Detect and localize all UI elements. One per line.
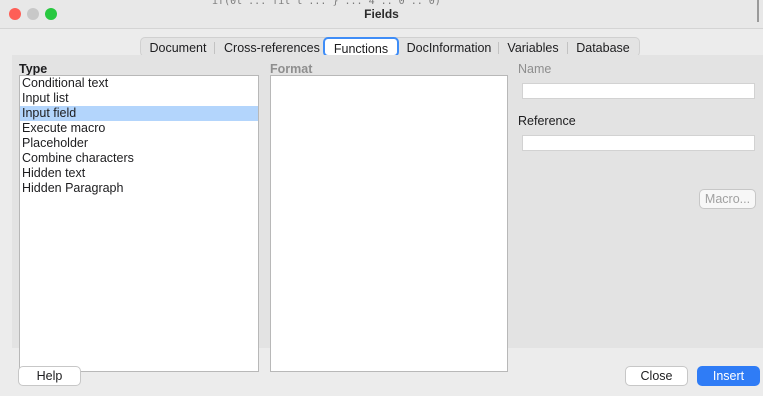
close-button[interactable]: Close — [625, 366, 688, 386]
macro-button[interactable]: Macro... — [699, 189, 756, 209]
window-title: Fields — [364, 7, 399, 21]
format-list[interactable] — [270, 75, 508, 372]
format-label: Format — [270, 62, 313, 76]
name-field[interactable] — [522, 83, 755, 99]
type-list-item[interactable]: Conditional text — [20, 76, 258, 91]
type-list-item[interactable]: Hidden text — [20, 166, 258, 181]
type-list-item[interactable]: Combine characters — [20, 151, 258, 166]
type-list[interactable]: Conditional text Input list Input field … — [19, 75, 259, 372]
type-list-item-selected[interactable]: Input field — [20, 106, 258, 121]
tab-separator — [567, 42, 568, 54]
reference-field[interactable] — [522, 135, 755, 151]
type-label: Type — [19, 62, 48, 76]
tab-functions[interactable]: Functions — [323, 37, 399, 57]
title-bar: ´´if(0l ... fil l ... } ... 4 .. 0 .. 0)… — [0, 0, 763, 29]
type-list-item[interactable]: Execute macro — [20, 121, 258, 136]
type-list-item[interactable]: Hidden Paragraph — [20, 181, 258, 196]
tab-separator — [214, 42, 215, 54]
help-button[interactable]: Help — [18, 366, 81, 386]
type-list-item[interactable]: Input list — [20, 91, 258, 106]
name-label: Name — [518, 62, 552, 76]
background-document-text: ´´if(0l ... fil l ... } ... 4 .. 0 .. 0) — [200, 0, 441, 6]
reference-label: Reference — [518, 114, 576, 128]
insert-button[interactable]: Insert — [697, 366, 760, 386]
type-list-item[interactable]: Placeholder — [20, 136, 258, 151]
tab-separator — [498, 42, 499, 54]
dialog-content: Document Cross-references Functions DocI… — [0, 29, 763, 396]
